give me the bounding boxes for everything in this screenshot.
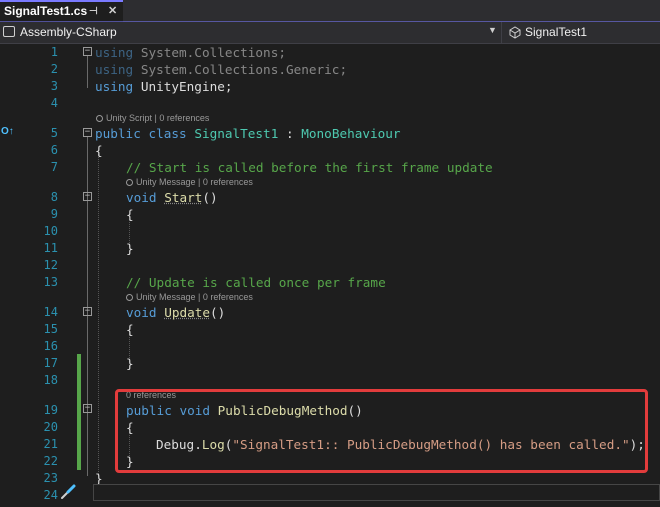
code-line-5: public class SignalTest1 : MonoBehaviour — [95, 126, 401, 141]
code-line-9: { — [126, 207, 134, 222]
code-line-1: using System.Collections; — [95, 45, 286, 60]
fold-line — [87, 316, 88, 361]
line-number: 5 — [50, 126, 58, 140]
highlight-annotation-box — [115, 389, 648, 473]
line-number: 8 — [50, 190, 58, 204]
project-dropdown[interactable]: Assembly-CSharp ▼ — [0, 22, 502, 43]
line-number: 1 — [50, 45, 58, 59]
line-number: 11 — [43, 241, 58, 255]
fold-line — [87, 201, 88, 246]
type-dropdown-label: SignalTest1 — [525, 25, 588, 39]
project-dropdown-label: Assembly-CSharp — [20, 25, 117, 39]
line-number: 4 — [50, 96, 58, 110]
collapse-toggle[interactable]: − — [83, 404, 92, 413]
line-number: 23 — [43, 471, 58, 485]
unity-icon — [126, 294, 133, 302]
line-number: 20 — [43, 420, 58, 434]
code-line-7: // Start is called before the first fram… — [126, 160, 493, 175]
class-icon — [509, 26, 521, 39]
chevron-down-icon[interactable]: ▼ — [488, 25, 497, 35]
project-icon — [3, 26, 15, 37]
document-tab-strip: SignalTest1.cs ⊣ ✕ — [0, 0, 660, 22]
line-number: 22 — [43, 454, 58, 468]
code-line-13: // Update is called once per frame — [126, 275, 386, 290]
screwdriver-icon[interactable] — [60, 484, 76, 500]
line-number: 16 — [43, 339, 58, 353]
line-number: 7 — [50, 160, 58, 174]
line-number: 15 — [43, 322, 58, 336]
code-editor[interactable]: O↑ 1 2 3 4 5 6 7 8 9 10 11 12 13 14 15 16 17 18 19 20 21 22 23… — [0, 44, 660, 507]
tab-signaltest1[interactable]: SignalTest1.cs ⊣ ✕ — [0, 0, 123, 22]
close-icon[interactable]: ✕ — [108, 2, 117, 21]
codelens-class[interactable]: Unity Script | 0 references — [96, 113, 209, 123]
line-number: 9 — [50, 207, 58, 221]
line-number: 13 — [43, 275, 58, 289]
line-number: 12 — [43, 258, 58, 272]
line-number-gutter: 1 2 3 4 5 6 7 8 9 10 11 12 13 14 15 16 17 18 19 20 21 22 23 24 — [0, 44, 58, 507]
code-line-14: void Update() — [126, 305, 226, 320]
codelens-update[interactable]: Unity Message | 0 references — [126, 292, 253, 302]
current-line-highlight[interactable] — [93, 484, 660, 501]
line-number: 3 — [50, 79, 58, 93]
fold-line — [87, 56, 88, 88]
code-line-17: } — [126, 356, 134, 371]
code-line-11: } — [126, 241, 134, 256]
collapse-toggle[interactable]: − — [83, 128, 92, 137]
code-line-2: using System.Collections.Generic; — [95, 62, 348, 77]
collapse-toggle[interactable]: − — [83, 47, 92, 56]
code-line-6: { — [95, 143, 103, 158]
tab-title: SignalTest1.cs — [4, 4, 88, 18]
code-line-8: void Start() — [126, 190, 218, 205]
code-line-3: using UnityEngine; — [95, 79, 233, 94]
line-number: 21 — [43, 437, 58, 451]
pin-icon[interactable]: ⊣ — [89, 2, 98, 21]
code-line-15: { — [126, 322, 134, 337]
line-number: 14 — [43, 305, 58, 319]
collapse-toggle[interactable]: − — [83, 192, 92, 201]
indent-guide — [98, 154, 99, 476]
line-number: 19 — [43, 403, 58, 417]
line-number: 6 — [50, 143, 58, 157]
line-number: 24 — [43, 488, 58, 502]
unity-icon — [126, 179, 133, 187]
line-number: 17 — [43, 356, 58, 370]
line-number: 2 — [50, 62, 58, 76]
type-dropdown[interactable]: SignalTest1 — [506, 22, 660, 43]
codelens-start[interactable]: Unity Message | 0 references — [126, 177, 253, 187]
navigation-bar: Assembly-CSharp ▼ SignalTest1 — [0, 22, 660, 44]
unity-icon — [96, 115, 103, 123]
change-bar — [77, 354, 81, 470]
fold-line — [87, 413, 88, 463]
line-number: 18 — [43, 373, 58, 387]
collapse-toggle[interactable]: − — [83, 307, 92, 316]
line-number: 10 — [43, 224, 58, 238]
